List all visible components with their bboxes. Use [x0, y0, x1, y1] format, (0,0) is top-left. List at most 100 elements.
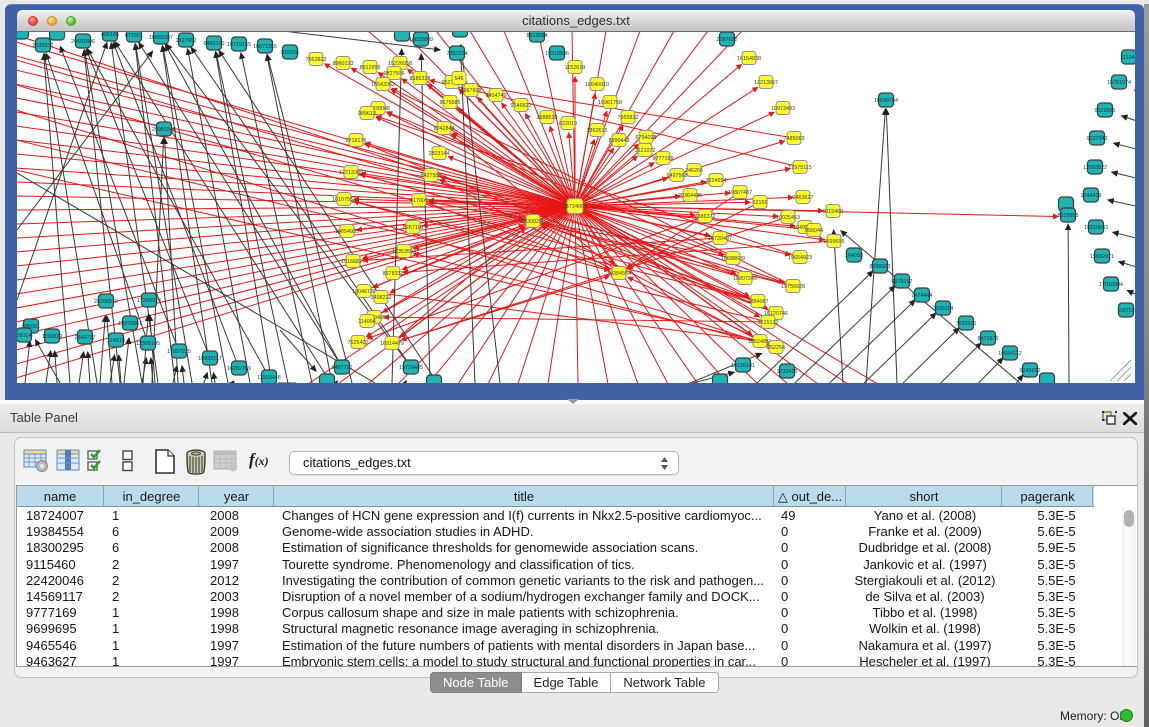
- svg-text:7625402: 7625402: [348, 340, 369, 346]
- svg-text:17016504: 17016504: [1099, 282, 1123, 288]
- svg-text:18300295: 18300295: [521, 219, 545, 225]
- svg-text:10807487: 10807487: [728, 190, 752, 196]
- svg-text:19654923: 19654923: [788, 255, 812, 261]
- svg-text:671501: 671501: [125, 33, 143, 39]
- svg-text:8912955: 8912955: [360, 65, 381, 71]
- svg-text:16543362: 16543362: [371, 82, 395, 88]
- svg-text:6466160: 6466160: [204, 41, 225, 47]
- svg-text:1362615: 1362615: [587, 128, 608, 134]
- svg-text:9245652: 9245652: [1020, 368, 1041, 374]
- svg-text:9146821: 9146821: [511, 103, 532, 109]
- svg-text:16033809: 16033809: [409, 37, 433, 43]
- svg-text:3624554: 3624554: [706, 178, 727, 184]
- svg-text:9827506: 9827506: [384, 71, 405, 77]
- svg-text:8186328: 8186328: [410, 76, 431, 82]
- svg-text:10973493: 10973493: [771, 106, 795, 112]
- svg-text:8678332: 8678332: [383, 271, 404, 277]
- svg-text:252254: 252254: [767, 345, 785, 351]
- svg-text:9457791: 9457791: [332, 365, 353, 371]
- svg-text:1733426: 1733426: [777, 369, 798, 375]
- svg-text:19166827: 19166827: [341, 259, 365, 265]
- svg-text:956044: 956044: [805, 228, 823, 234]
- svg-text:9115460: 9115460: [823, 209, 844, 215]
- svg-text:2035572: 2035572: [33, 43, 54, 49]
- svg-text:2803144: 2803144: [429, 151, 450, 157]
- svg-text:10655287: 10655287: [149, 35, 173, 41]
- svg-text:8215955: 8215955: [1058, 213, 1079, 219]
- svg-text:10719155: 10719155: [227, 42, 251, 48]
- svg-text:8813054: 8813054: [527, 33, 548, 39]
- svg-text:7357224: 7357224: [447, 51, 468, 57]
- svg-text:19384554: 19384554: [607, 271, 631, 277]
- svg-text:16154838: 16154838: [737, 56, 761, 62]
- svg-text:7955812: 7955812: [618, 115, 639, 121]
- svg-text:12213389: 12213389: [339, 170, 363, 176]
- svg-text:9884067: 9884067: [748, 299, 769, 305]
- svg-text:8960123: 8960123: [333, 61, 354, 67]
- svg-text:1615132: 1615132: [758, 320, 779, 326]
- svg-text:12353594: 12353594: [392, 249, 416, 255]
- svg-text:989612: 989612: [358, 111, 376, 117]
- svg-text:10688609: 10688609: [721, 256, 745, 262]
- svg-text:19218586: 19218586: [545, 51, 569, 57]
- svg-text:7663822: 7663822: [306, 57, 327, 63]
- svg-text:1588520: 1588520: [537, 115, 558, 121]
- svg-text:12505185: 12505185: [136, 341, 160, 347]
- svg-text:822013: 822013: [559, 121, 577, 127]
- svg-text:19756928: 19756928: [781, 284, 805, 290]
- svg-text:7632621: 7632621: [956, 321, 977, 327]
- svg-text:16782759: 16782759: [227, 366, 251, 372]
- svg-text:9129966: 9129966: [1095, 108, 1116, 114]
- svg-text:6497568: 6497568: [667, 173, 688, 179]
- svg-text:2087682: 2087682: [717, 37, 738, 43]
- svg-text:2935114: 2935114: [933, 306, 954, 312]
- svg-text:164093: 164093: [845, 253, 863, 259]
- svg-text:15136141: 15136141: [731, 363, 755, 369]
- svg-text:1244419: 1244419: [1081, 193, 1102, 199]
- svg-text:9242848: 9242848: [434, 126, 455, 132]
- svg-text:8990448: 8990448: [609, 138, 630, 144]
- svg-text:15226058: 15226058: [388, 61, 412, 67]
- svg-text:10654112: 10654112: [998, 351, 1022, 357]
- svg-text:9474444: 9474444: [912, 293, 933, 299]
- svg-text:18640910: 18640910: [585, 82, 609, 88]
- svg-text:16107552: 16107552: [332, 197, 356, 203]
- svg-text:9463627: 9463627: [793, 195, 814, 201]
- svg-text:7485063: 7485063: [784, 136, 805, 142]
- svg-text:9699695: 9699695: [824, 239, 845, 245]
- svg-text:1621072: 1621072: [635, 148, 656, 154]
- svg-text:8267110: 8267110: [403, 225, 424, 231]
- svg-text:116753: 116753: [1117, 308, 1135, 314]
- svg-text:16914479: 16914479: [380, 341, 404, 347]
- svg-text:15716485: 15716485: [399, 365, 423, 371]
- svg-text:3498222: 3498222: [371, 295, 392, 301]
- svg-text:1156829: 1156829: [42, 334, 63, 340]
- svg-text:2718176: 2718176: [346, 138, 367, 144]
- svg-text:20953346: 20953346: [152, 127, 176, 133]
- svg-text:16671355: 16671355: [253, 44, 277, 50]
- svg-text:1152619: 1152619: [565, 65, 586, 71]
- svg-text:6879197: 6879197: [892, 279, 913, 285]
- svg-text:1527602: 1527602: [176, 38, 197, 44]
- svg-text:11923448: 11923448: [257, 375, 281, 381]
- svg-text:8675685: 8675685: [440, 100, 461, 106]
- svg-text:18724007: 18724007: [563, 204, 588, 210]
- svg-text:16210643: 16210643: [1084, 225, 1108, 231]
- svg-text:19975867: 19975867: [118, 321, 142, 327]
- svg-text:9777169: 9777169: [653, 156, 674, 162]
- svg-text:15692971: 15692971: [1090, 254, 1114, 260]
- svg-text:8427552: 8427552: [421, 173, 442, 179]
- svg-text:16961758: 16961758: [598, 100, 622, 106]
- svg-text:6794028: 6794028: [636, 135, 657, 141]
- svg-text:7386372: 7386372: [695, 214, 716, 220]
- svg-text:10025453: 10025453: [776, 215, 800, 221]
- svg-text:417006: 417006: [410, 198, 428, 204]
- svg-text:114519: 114519: [107, 338, 125, 344]
- svg-text:10958117: 10958117: [198, 356, 222, 362]
- svg-text:9227342: 9227342: [1087, 136, 1108, 142]
- svg-text:17359924: 17359924: [137, 298, 161, 304]
- svg-text:8454749: 8454749: [486, 93, 507, 99]
- svg-text:20206516: 20206516: [94, 299, 118, 305]
- svg-text:8938923: 8938923: [870, 264, 891, 270]
- svg-text:546: 546: [455, 76, 464, 82]
